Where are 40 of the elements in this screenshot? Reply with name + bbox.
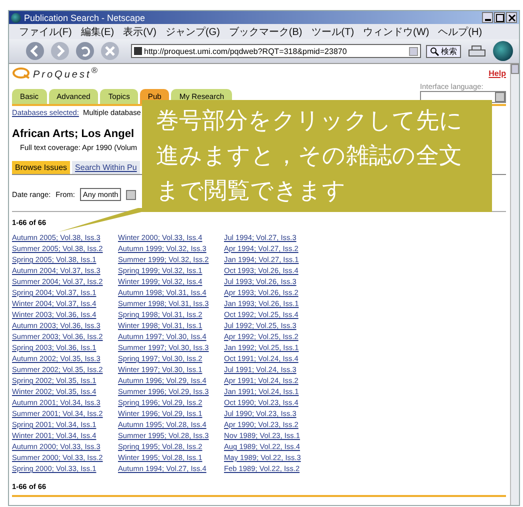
minimize-button[interactable] — [482, 12, 493, 23]
menu-item[interactable]: ヘルプ(H) — [438, 24, 482, 38]
close-icon — [508, 14, 516, 22]
logo-q-icon — [12, 67, 30, 79]
stop-icon — [100, 41, 120, 61]
menu-item[interactable]: ウィンドウ(W) — [363, 24, 430, 38]
dropdown-icon — [126, 190, 136, 200]
forward-icon — [50, 41, 70, 61]
printer-icon[interactable] — [466, 43, 488, 59]
tab[interactable]: Browse Issues — [12, 161, 70, 174]
minimize-icon — [484, 19, 490, 21]
window-title: Publication Search - Netscape — [24, 12, 146, 22]
browser-logo-icon — [11, 12, 21, 22]
tab[interactable]: Search Within Pu — [72, 161, 140, 174]
reload-icon — [75, 41, 95, 61]
dropdown-icon — [409, 46, 418, 56]
close-button[interactable] — [506, 12, 517, 23]
menu-item[interactable]: ツール(T) — [311, 24, 354, 38]
publication-title: African Arts; Los Angel — [12, 128, 136, 140]
dropdown-icon — [495, 92, 505, 102]
address-field[interactable]: http://proquest.umi.com/pqdweb?RQT=318&pmid=23870 — [131, 44, 421, 58]
menu-item[interactable]: 編集(E) — [80, 24, 114, 38]
menu-item[interactable]: 表示(V) — [123, 24, 156, 38]
help-link[interactable]: Help — [488, 68, 506, 78]
reload-button[interactable] — [75, 41, 95, 61]
menu-item[interactable]: ブックマーク(B) — [228, 24, 302, 38]
callout-text: 巻号部分をクリックして先に進みますと，その雑誌の全文まで閲覧できます — [155, 107, 464, 206]
search-icon — [430, 46, 439, 56]
scrollbar[interactable] — [510, 64, 519, 505]
browser-logo-icon[interactable] — [493, 41, 513, 61]
back-icon — [25, 41, 45, 61]
maximize-button[interactable] — [494, 12, 505, 23]
menu-item[interactable]: ジャンプ(G) — [165, 24, 220, 38]
proquest-logo[interactable]: ProQuest$^{®}$ — [12, 65, 100, 81]
menu-item[interactable]: ファイル(F) — [19, 24, 72, 38]
scroll-up-icon[interactable] — [511, 64, 519, 74]
page-icon — [134, 47, 142, 55]
maximize-icon — [496, 14, 504, 22]
search-button[interactable]: 検索 — [426, 44, 461, 58]
back-button[interactable] — [25, 41, 45, 61]
